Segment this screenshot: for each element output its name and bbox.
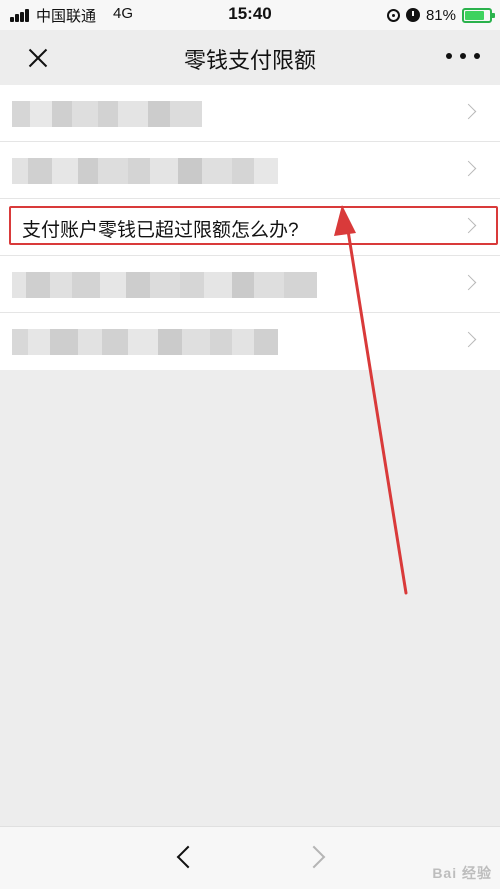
battery-percent: 81% — [425, 6, 456, 24]
list-item-blurred-4[interactable] — [0, 313, 500, 370]
list-item-payment-limit[interactable]: 支付账户零钱已超过限额怎么办? — [0, 199, 500, 256]
nav-bar: 零钱支付限额 — [0, 30, 500, 85]
status-right: 81% — [386, 5, 495, 25]
chevron-right-icon — [460, 217, 477, 234]
blurred-text — [12, 329, 278, 355]
list-item-label: 支付账户零钱已超过限额怎么办? — [22, 220, 299, 241]
chevron-right-icon — [460, 274, 477, 291]
bottom-bar: Bai 经验 — [0, 826, 500, 889]
alarm-icon — [405, 8, 420, 22]
back-icon[interactable] — [176, 845, 200, 869]
status-bar: 中国联通 4G 15:40 81% — [0, 0, 500, 30]
chevron-right-icon — [460, 160, 477, 177]
orientation-lock-icon — [386, 8, 400, 22]
more-icon[interactable] — [446, 46, 480, 66]
chevron-right-icon — [460, 103, 477, 120]
chevron-right-icon — [460, 331, 477, 348]
battery-icon — [462, 7, 495, 23]
blurred-text — [12, 272, 317, 298]
list-item-blurred-2[interactable] — [0, 142, 500, 199]
forward-icon[interactable] — [302, 845, 326, 869]
faq-list: 支付账户零钱已超过限额怎么办? — [0, 85, 500, 370]
watermark: Bai 经验 — [432, 865, 492, 881]
blurred-text — [12, 158, 278, 184]
list-item-blurred-3[interactable] — [0, 256, 500, 313]
list-item-blurred-1[interactable] — [0, 85, 500, 142]
blurred-text — [12, 101, 202, 127]
page-title: 零钱支付限额 — [183, 48, 316, 73]
